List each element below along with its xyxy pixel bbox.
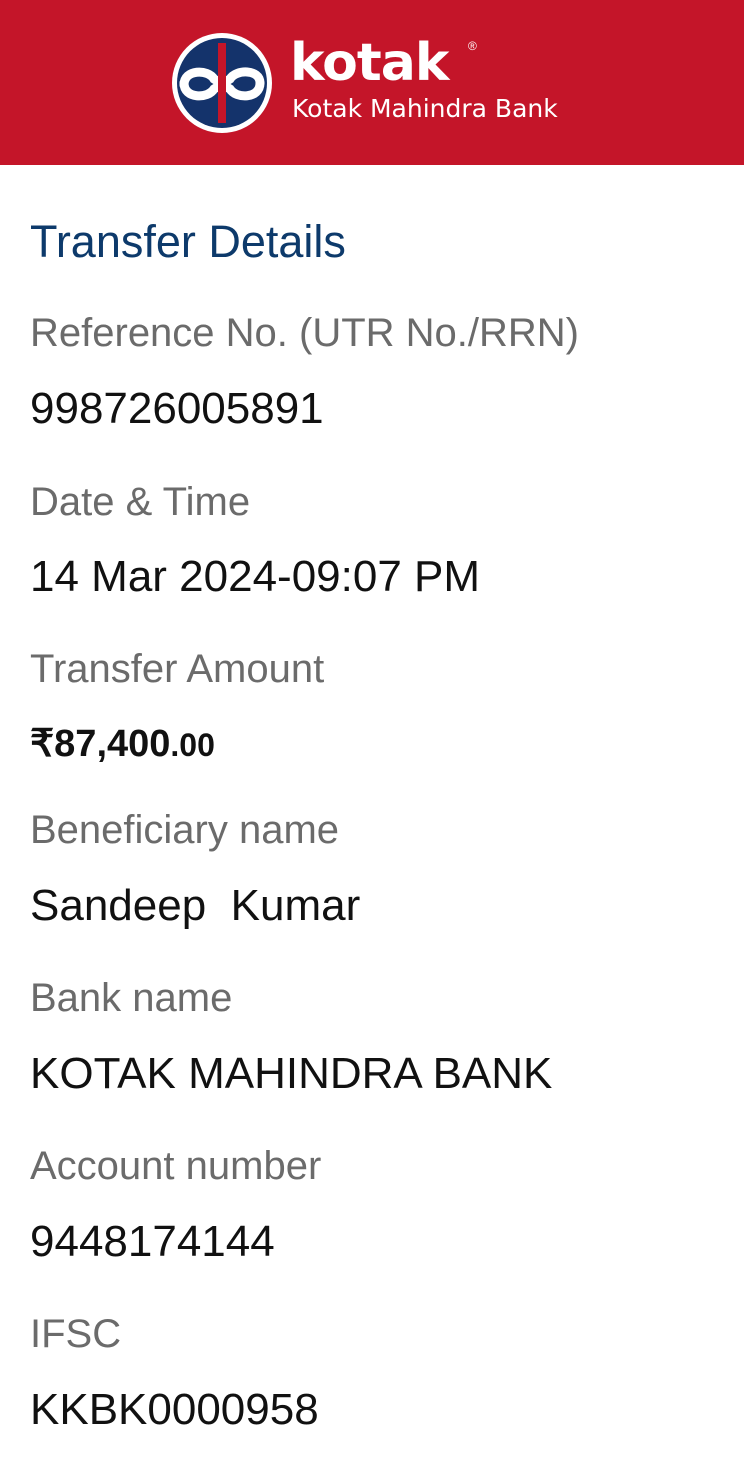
reference-label: Reference No. (UTR No./RRN) <box>30 311 580 355</box>
account-label: Account number <box>30 1144 322 1188</box>
amount-value: ₹87,400.00 <box>30 720 215 769</box>
beneficiary-label: Beneficiary name <box>30 808 340 852</box>
amount-paise: .00 <box>170 727 215 763</box>
kotak-logo-icon <box>172 33 272 133</box>
bank-label: Bank name <box>30 976 233 1020</box>
kotak-logo: kotak ® Kotak Mahindra Bank <box>170 33 590 133</box>
brand-name: kotak <box>290 33 449 93</box>
datetime-value: 14 Mar 2024-09:07 PM <box>30 552 481 601</box>
datetime-label: Date & Time <box>30 480 251 524</box>
app-header: kotak ® Kotak Mahindra Bank <box>0 0 744 165</box>
ifsc-label: IFSC <box>30 1312 122 1356</box>
reference-value: 998726005891 <box>30 384 324 433</box>
ifsc-value: KKBK0000958 <box>30 1385 319 1434</box>
amount-main: ₹87,400 <box>30 723 171 765</box>
beneficiary-value: Sandeep Kumar <box>30 881 361 930</box>
account-value: 9448174144 <box>30 1217 275 1266</box>
page-title: Transfer Details <box>30 216 346 267</box>
bank-value: KOTAK MAHINDRA BANK <box>30 1049 553 1098</box>
registered-mark: ® <box>468 39 477 53</box>
brand-subtitle: Kotak Mahindra Bank <box>292 94 558 123</box>
amount-label: Transfer Amount <box>30 647 325 691</box>
